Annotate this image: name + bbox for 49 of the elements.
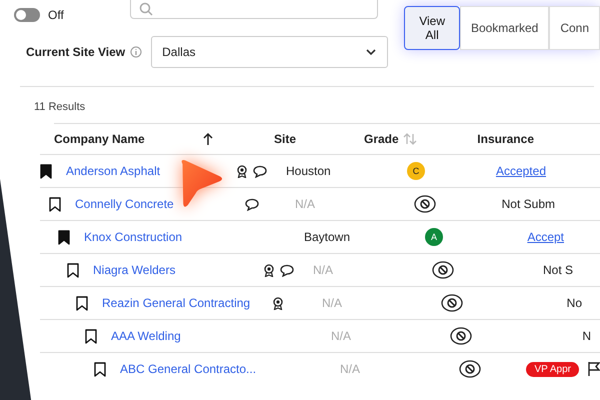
bookmark-icon[interactable]	[76, 296, 88, 310]
toggle-switch[interactable]	[14, 8, 40, 22]
company-link[interactable]: Reazin General Contracting	[102, 296, 250, 310]
company-link[interactable]: Connelly Concrete	[75, 197, 174, 211]
company-link[interactable]: AAA Welding	[111, 329, 181, 343]
site-view-label: Current Site View	[26, 45, 126, 59]
no-grade-icon	[459, 360, 481, 378]
filter-tab[interactable]: Conn	[549, 6, 600, 50]
site-text: N/A	[313, 263, 334, 277]
site-text: Baytown	[304, 230, 350, 244]
company-link[interactable]: Anderson Asphalt	[66, 164, 160, 178]
search-icon	[138, 2, 153, 16]
insurance-link[interactable]: Accept	[527, 230, 564, 244]
insurance-status: Not Subm	[502, 197, 555, 211]
no-grade-icon	[432, 261, 454, 279]
bookmark-icon[interactable]	[58, 230, 70, 244]
insurance-link[interactable]: Accepted	[496, 164, 546, 178]
site-text: N/A	[340, 362, 360, 376]
grade-badge: C	[407, 162, 425, 180]
site-dropdown[interactable]: Dallas	[151, 36, 388, 68]
bookmark-icon[interactable]	[85, 328, 97, 344]
column-header: Insurance	[477, 132, 534, 146]
bookmark-icon[interactable]	[67, 262, 79, 278]
company-link[interactable]: ABC General Contracto...	[120, 362, 256, 376]
grade-badge: A	[425, 228, 443, 246]
site-text: Houston	[286, 164, 331, 178]
toggle-label: Off	[48, 8, 64, 22]
site-text: N/A	[322, 296, 342, 310]
site-text: N/A	[331, 329, 352, 343]
insurance-status: Not S	[542, 263, 573, 277]
insurance-status: No	[566, 296, 582, 310]
filter-tab[interactable]: Bookmarked	[460, 6, 550, 50]
company-link[interactable]: Knox Construction	[84, 230, 182, 244]
no-grade-icon	[450, 327, 472, 345]
filter-tab[interactable]: View All	[404, 6, 460, 50]
bookmark-icon[interactable]	[94, 362, 106, 376]
bookmark-icon[interactable]	[49, 196, 61, 212]
results-count: 11 Results	[20, 86, 594, 123]
column-header: Grade	[364, 132, 399, 146]
column-header: Site	[274, 132, 296, 146]
no-grade-icon	[414, 195, 436, 213]
no-grade-icon	[441, 294, 463, 312]
column-header: Company Name	[54, 132, 145, 146]
search-field[interactable]	[130, 0, 378, 19]
company-link[interactable]: Niagra Welders	[93, 263, 176, 277]
site-text: N/A	[295, 197, 316, 211]
insurance-status: N	[582, 329, 591, 343]
status-badge: VP Appr	[526, 362, 579, 376]
info-icon	[130, 46, 142, 58]
